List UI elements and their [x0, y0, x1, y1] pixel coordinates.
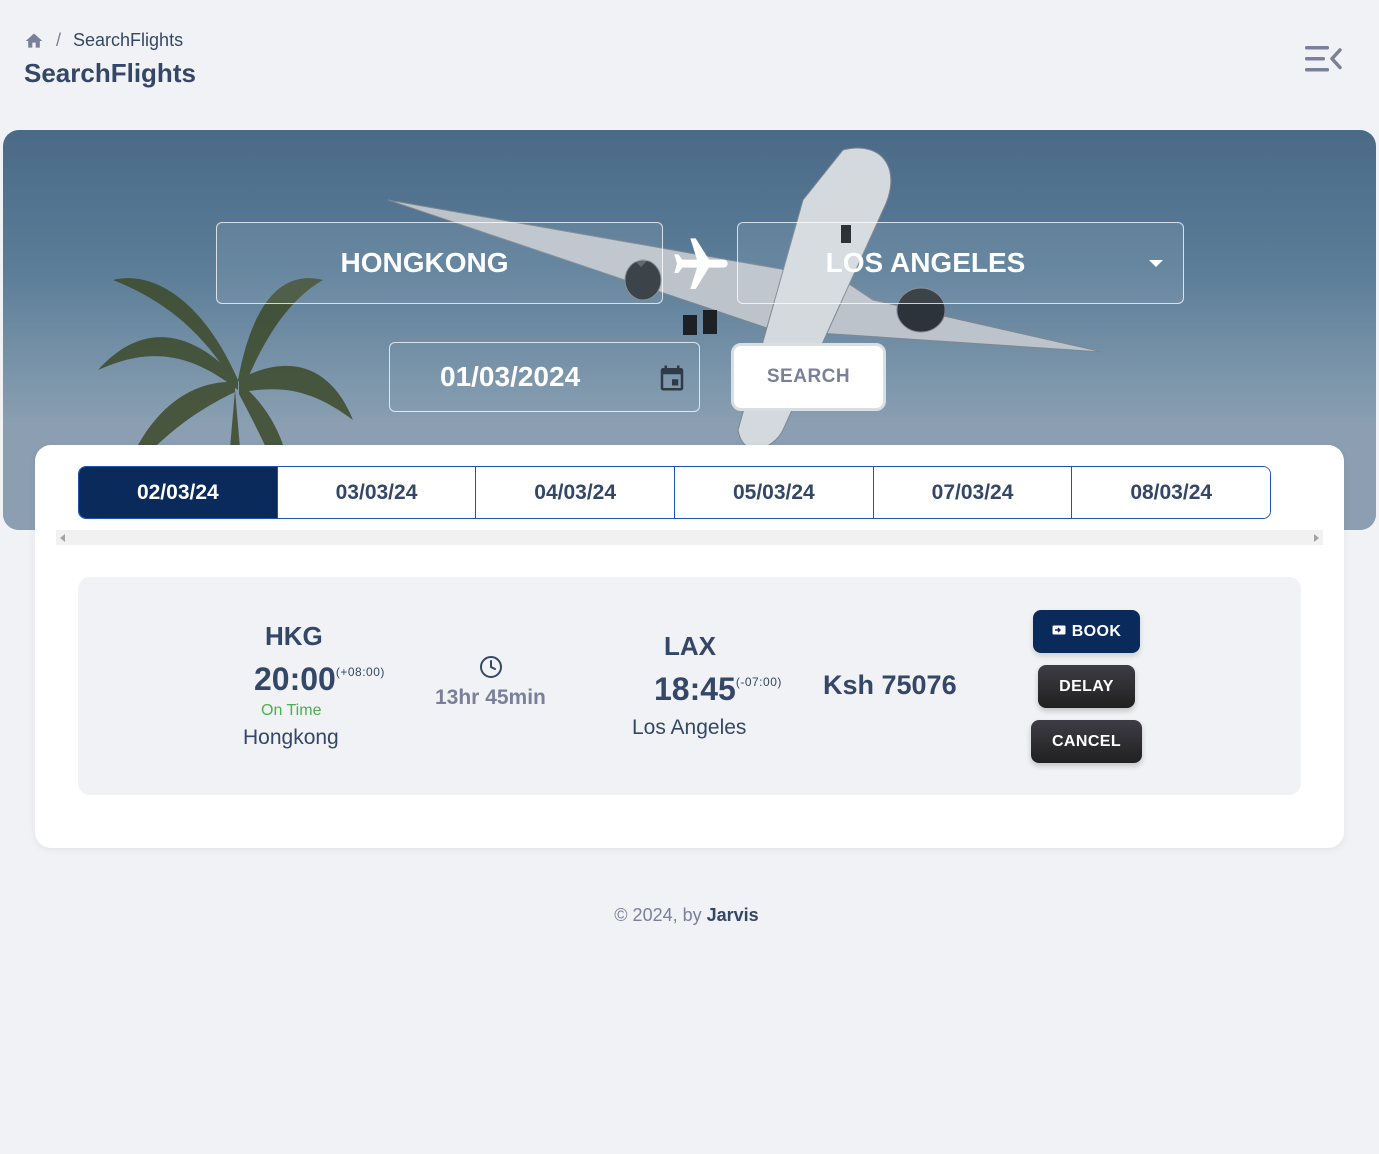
date-tab[interactable]: 08/03/24 — [1071, 467, 1270, 518]
scroll-right-icon[interactable] — [1314, 534, 1319, 542]
breadcrumb: / SearchFlights — [24, 30, 183, 51]
chevron-down-icon — [1149, 260, 1163, 267]
scroll-left-icon[interactable] — [60, 534, 65, 542]
footer-prefix: © 2024, by — [614, 905, 707, 925]
arrival-time-group: 18:45(-07:00) — [654, 671, 782, 708]
date-tab[interactable]: 05/03/24 — [674, 467, 873, 518]
destination-code: LAX — [664, 631, 716, 661]
date-tab[interactable]: 02/03/24 — [79, 467, 277, 518]
origin-code: HKG — [265, 621, 323, 651]
flight-result: HKG 20:00(+08:00) On Time Hongkong 13hr … — [78, 577, 1301, 795]
footer: © 2024, by Jarvis — [0, 905, 1373, 926]
origin-caret-icon — [634, 260, 648, 267]
results-card: 02/03/24 03/03/24 04/03/24 05/03/24 07/0… — [35, 445, 1344, 848]
search-button[interactable]: SEARCH — [731, 343, 886, 411]
horizontal-scrollbar[interactable] — [56, 530, 1323, 545]
date-tab[interactable]: 04/03/24 — [475, 467, 675, 518]
origin-value: HONGKONG — [340, 247, 509, 278]
footer-author[interactable]: Jarvis — [707, 905, 759, 925]
cancel-button[interactable]: CANCEL — [1031, 720, 1142, 763]
page-title: SearchFlights — [24, 58, 196, 88]
breadcrumb-current: SearchFlights — [73, 30, 184, 50]
calendar-icon[interactable] — [657, 363, 687, 393]
date-tab[interactable]: 07/03/24 — [872, 467, 1072, 518]
clock-icon — [479, 655, 503, 684]
arrival-timezone: (-07:00) — [735, 675, 782, 689]
destination-select[interactable]: LOS ANGELES — [737, 222, 1184, 304]
breadcrumb-separator: / — [56, 30, 62, 50]
ticket-icon — [1052, 623, 1066, 641]
airplane-icon — [669, 233, 733, 297]
book-button[interactable]: BOOK — [1033, 610, 1140, 653]
origin-select[interactable]: HONGKONG — [216, 222, 663, 304]
delay-button[interactable]: DELAY — [1038, 665, 1135, 708]
destination-city: Los Angeles — [632, 716, 747, 739]
destination-value: LOS ANGELES — [825, 247, 1026, 278]
departure-time: 20:00 — [254, 661, 336, 697]
flight-duration: 13hr 45min — [435, 686, 546, 709]
origin-city: Hongkong — [243, 726, 339, 749]
date-tab[interactable]: 03/03/24 — [276, 467, 476, 518]
menu-toggle-icon[interactable] — [1305, 44, 1343, 74]
departure-date-value: 01/03/2024 — [440, 361, 581, 392]
departure-timezone: (+08:00) — [335, 665, 385, 679]
date-tabs: 02/03/24 03/03/24 04/03/24 05/03/24 07/0… — [78, 466, 1271, 519]
book-label: BOOK — [1071, 622, 1122, 640]
status-badge: On Time — [261, 702, 322, 719]
departure-date-input[interactable]: 01/03/2024 — [389, 342, 700, 412]
flight-price: Ksh 75076 — [823, 670, 957, 700]
arrival-time: 18:45 — [654, 671, 736, 707]
departure-time-group: 20:00(+08:00) — [254, 661, 385, 698]
home-icon[interactable] — [24, 31, 44, 51]
